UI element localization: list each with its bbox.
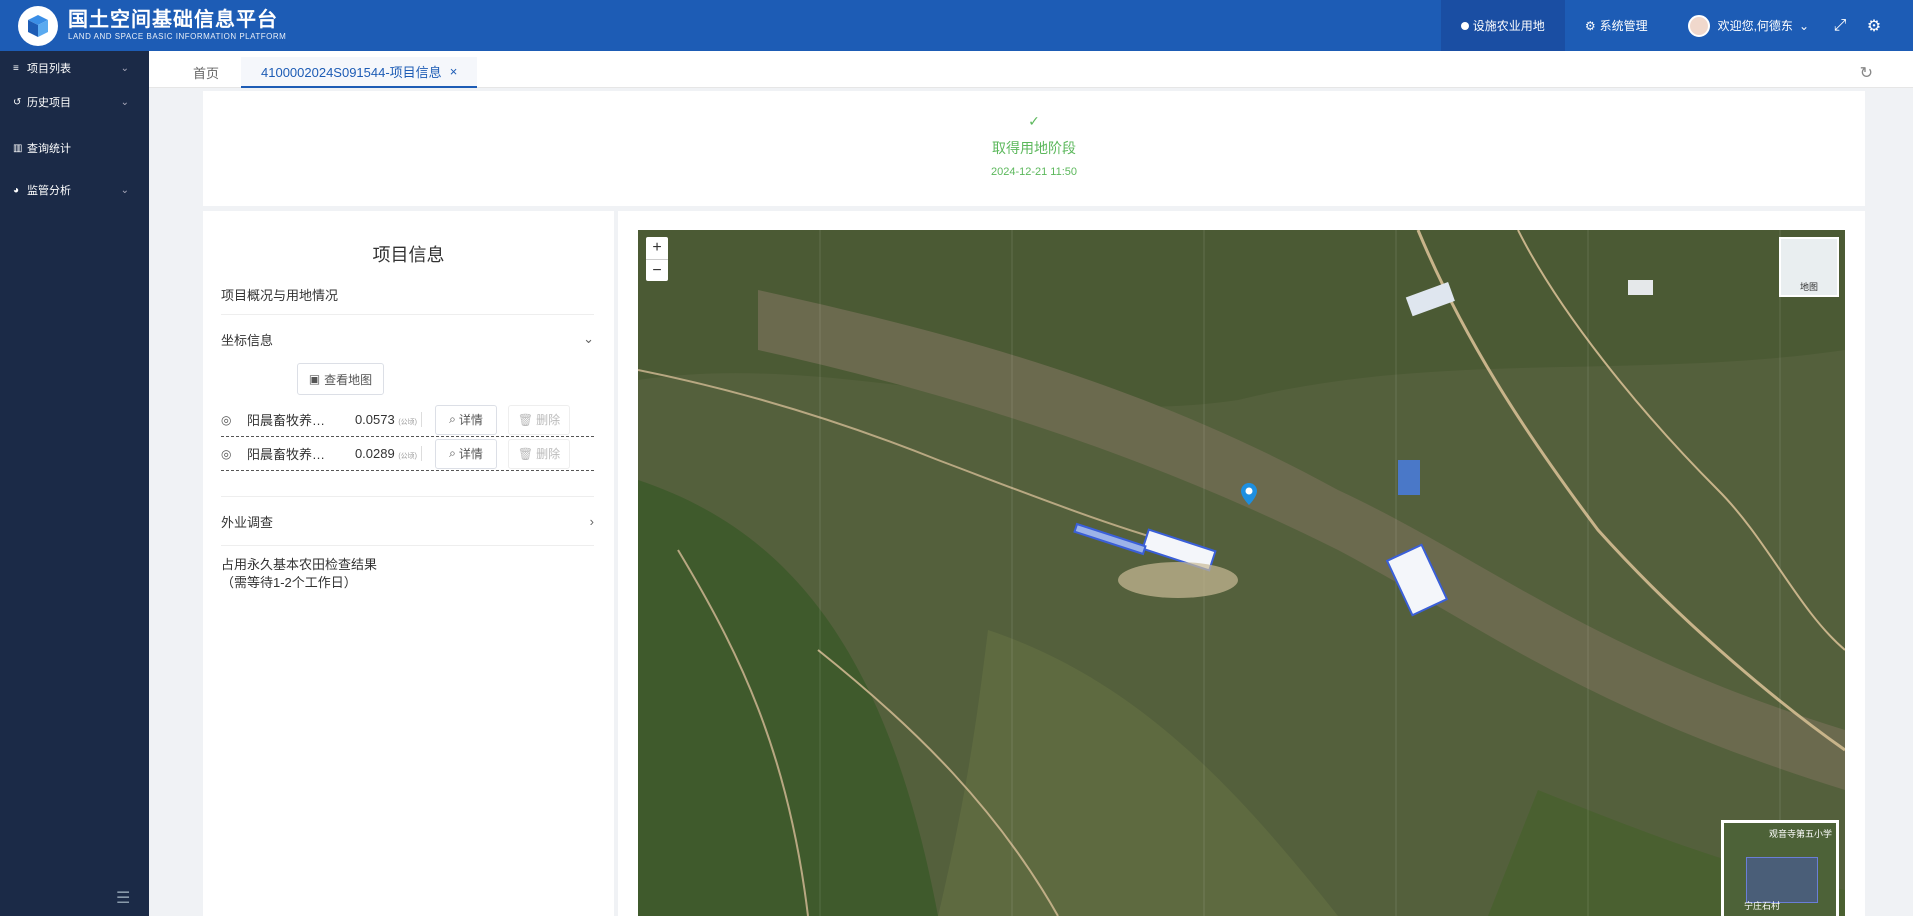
cube-logo-icon: [18, 5, 58, 46]
map-icon: ▣: [308, 372, 321, 386]
zoom-control: + −: [646, 237, 668, 281]
field-survey-row[interactable]: 外业调查 ›: [221, 497, 594, 545]
gears-icon: ⚙: [1584, 18, 1596, 33]
coord-row: ◎ 阳晨畜牧养… 0.0573 (公顷) ⌕ 详情 🗑 删除: [221, 403, 594, 437]
chevron-down-icon: ⌄: [120, 184, 129, 196]
delete-label: 删除: [536, 447, 561, 461]
delete-button[interactable]: 🗑 删除: [508, 438, 570, 469]
sidebar-item-label: 项目列表: [27, 63, 71, 75]
nav-facility-agri-land[interactable]: 设施农业用地: [1440, 0, 1565, 51]
avatar: [1687, 14, 1710, 37]
search-icon: ⌕: [449, 412, 456, 426]
detail-label: 详情: [458, 413, 483, 427]
sidebar-item-query-stats[interactable]: ▥ 查询统计: [0, 131, 149, 165]
tab-bar: 首页 4100002024S091544-项目信息 × ↻: [149, 51, 1913, 88]
farmland-check-result: 占用永久基本农田检查结果 （需等待1-2个工作日）: [221, 556, 614, 592]
logo-title: 国土空间基础信息平台: [68, 8, 278, 31]
coord-area-unit: (公顷): [398, 453, 417, 460]
nav-system-label: 系统管理: [1599, 19, 1648, 33]
basemap-switch-button[interactable]: 地图: [1779, 237, 1839, 297]
location-pin-icon: ◎: [221, 446, 232, 461]
coord-row: ◎ 阳晨畜牧养… 0.0289 (公顷) ⌕ 详情 🗑 删除: [221, 437, 594, 471]
coord-area-value: 0.0573: [354, 412, 395, 427]
satellite-imagery: [638, 230, 1845, 916]
coord-area: 0.0573 (公顷): [342, 412, 422, 427]
user-greeting: 欢迎您,何德东: [1717, 19, 1793, 33]
tab-label: 4100002024S091544-项目信息: [261, 65, 442, 80]
farmland-check-title: 占用永久基本农田检查结果: [221, 557, 378, 572]
location-marker-icon[interactable]: [1241, 483, 1257, 510]
coord-section-label: 坐标信息: [221, 332, 274, 348]
nav-facility-label: 设施农业用地: [1472, 19, 1545, 33]
history-icon: ↺: [13, 96, 22, 108]
chevron-down-icon: ⌄: [1798, 18, 1809, 33]
detail-button[interactable]: ⌕ 详情: [435, 404, 497, 435]
delete-button[interactable]: 🗑 删除: [508, 404, 570, 435]
sidebar-item-project-list[interactable]: ≡ 项目列表 ⌄: [0, 51, 149, 85]
chart-icon: ▥: [13, 142, 23, 154]
overview-place-label: 宁庄石村: [1744, 901, 1781, 911]
logo-subtitle: LAND AND SPACE BASIC INFORMATION PLATFOR…: [68, 31, 287, 41]
top-header: 国土空间基础信息平台 LAND AND SPACE BASIC INFORMAT…: [0, 0, 1913, 51]
check-icon: ✓: [1028, 113, 1040, 129]
sidebar-item-label: 历史项目: [27, 97, 71, 109]
panel-title: 项目信息: [372, 245, 445, 265]
sidebar: ≡ 项目列表 ⌄ ↺ 历史项目 ⌄ ▥ 查询统计 ◕ 监管分析 ⌄ ☰: [0, 51, 149, 916]
zoom-in-button[interactable]: +: [646, 237, 668, 259]
coord-section-header[interactable]: 坐标信息 ⌄: [221, 315, 594, 363]
satellite-map[interactable]: + − 地图 观音寺第五小学 宁庄石村: [638, 230, 1845, 916]
user-menu[interactable]: 欢迎您,何德东 ⌄: [1668, 0, 1823, 51]
coord-name: 阳晨畜牧养…: [247, 447, 326, 462]
coord-area-unit: (公顷): [398, 419, 417, 426]
list-icon: ≡: [13, 62, 19, 74]
overview-section[interactable]: 项目概况与用地情况: [221, 285, 594, 315]
detail-label: 详情: [458, 447, 483, 461]
sidebar-item-label: 查询统计: [27, 143, 71, 155]
coord-area-value: 0.0289: [354, 446, 395, 461]
zoom-out-button[interactable]: −: [646, 259, 668, 281]
search-icon: ⌕: [449, 446, 456, 460]
map-panel: + − 地图 观音寺第五小学 宁庄石村: [618, 211, 1865, 916]
nav-system-management[interactable]: ⚙ 系统管理: [1565, 0, 1668, 51]
sidebar-item-supervision[interactable]: ◕ 监管分析 ⌄: [0, 173, 149, 207]
trash-icon: 🗑: [517, 446, 534, 461]
refresh-icon[interactable]: ↻: [1860, 63, 1873, 83]
stage-status-card: ✓ 取得用地阶段 2024-12-21 11:50: [203, 91, 1865, 206]
tab-project-info[interactable]: 4100002024S091544-项目信息 ×: [241, 57, 478, 88]
chevron-down-icon: ⌄: [120, 62, 129, 74]
chevron-down-icon: ⌄: [583, 331, 594, 346]
coord-name: 阳晨畜牧养…: [247, 413, 326, 428]
stage-datetime: 2024-12-21 11:50: [990, 166, 1078, 178]
chevron-down-icon: ⌄: [120, 96, 129, 108]
overview-map[interactable]: 观音寺第五小学 宁庄石村: [1721, 820, 1839, 916]
tab-home[interactable]: 首页: [193, 57, 219, 88]
pie-icon: ◕: [13, 184, 20, 196]
delete-label: 删除: [536, 413, 561, 427]
trash-icon: 🗑: [517, 412, 534, 427]
stage-label: 取得用地阶段: [992, 140, 1076, 156]
sidebar-item-label: 监管分析: [27, 185, 71, 197]
close-icon[interactable]: ×: [450, 64, 458, 79]
collapse-menu-icon[interactable]: ☰: [116, 888, 130, 908]
overview-place-label: 观音寺第五小学: [1768, 829, 1832, 839]
location-pin-icon: ◎: [221, 412, 232, 427]
coord-area: 0.0289 (公顷): [342, 446, 422, 461]
detail-button[interactable]: ⌕ 详情: [435, 438, 497, 469]
sidebar-item-history[interactable]: ↺ 历史项目 ⌄: [0, 85, 149, 119]
chevron-right-icon: ›: [589, 513, 594, 529]
overview-extent-box: [1746, 857, 1818, 903]
logo[interactable]: 国土空间基础信息平台 LAND AND SPACE BASIC INFORMAT…: [18, 5, 287, 46]
fullscreen-icon[interactable]: ⤢: [1823, 0, 1857, 51]
view-map-button[interactable]: ▣ 查看地图: [297, 363, 384, 395]
settings-icon[interactable]: ⚙: [1857, 0, 1891, 51]
farmland-check-note: （需等待1-2个工作日）: [221, 575, 357, 590]
view-map-label: 查看地图: [324, 372, 373, 387]
divider: [221, 545, 594, 546]
pie-icon: [1460, 21, 1469, 30]
project-info-panel: 项目信息 项目概况与用地情况 坐标信息 ⌄ ▣ 查看地图 ◎ 阳晨畜牧养… 0.…: [203, 211, 614, 916]
basemap-label: 地图: [1799, 282, 1818, 292]
field-survey-label: 外业调查: [221, 514, 274, 530]
